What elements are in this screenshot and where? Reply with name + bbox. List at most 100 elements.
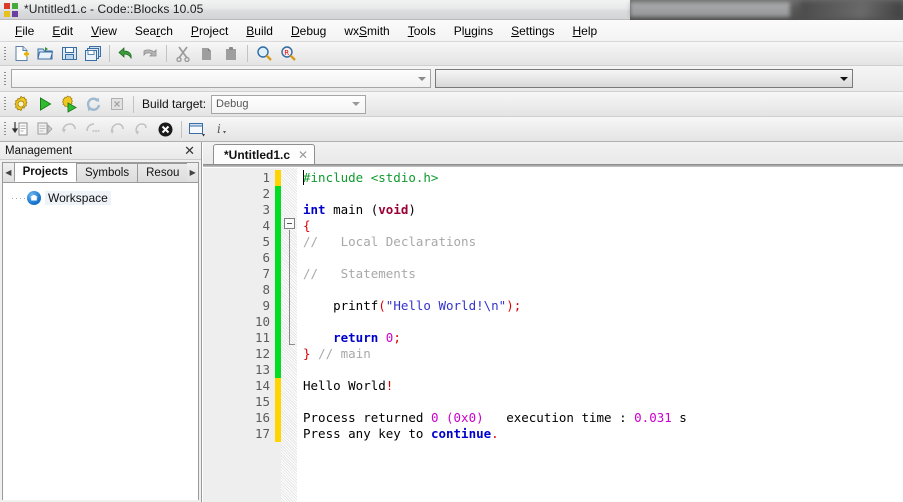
code-scope-combo[interactable] [11, 69, 431, 88]
debug-continue-icon[interactable] [10, 119, 32, 140]
code-line: #include <stdio.h> [297, 170, 903, 186]
toolbar-grip[interactable] [0, 42, 9, 65]
various-info-icon[interactable]: i [211, 119, 233, 140]
code-view[interactable]: 1 2 3 4 5 6 7 8 9 10 11 12 13 14 15 16 17 #include <stdi… [203, 168, 903, 502]
build-target-combo[interactable]: Debug [211, 94, 367, 114]
line-number: 14 [254, 378, 270, 393]
menu-item-view[interactable]: View [82, 22, 126, 40]
editor-tabstrip: *Untitled1.c ✕ [203, 142, 903, 164]
svg-text:R: R [284, 49, 289, 57]
fold-line [289, 230, 290, 345]
code-token: continue [430, 426, 492, 441]
tab-symbols[interactable]: Symbols [76, 163, 139, 182]
fold-collapse-icon[interactable] [284, 218, 295, 229]
cut-scissors-icon[interactable] [172, 43, 194, 64]
title-bar: *Untitled1.c - Code::Blocks 10.05 [0, 0, 903, 20]
menu-item-project[interactable]: Project [182, 22, 237, 40]
menu-item-build[interactable]: Build [237, 22, 282, 40]
debug-windows-icon[interactable] [187, 119, 209, 140]
code-token: printf [303, 298, 379, 313]
line-number: 9 [262, 298, 270, 313]
search-toolbar [0, 66, 903, 92]
window-title: *Untitled1.c - Code::Blocks 10.05 [24, 2, 204, 16]
open-folder-icon[interactable] [34, 43, 56, 64]
code-token: execution time : [483, 410, 635, 425]
code-line: Hello World! [297, 378, 903, 394]
management-panel-title: Management [5, 144, 73, 157]
tree-item-label: Workspace [45, 190, 111, 205]
main-toolbar: R [0, 42, 903, 66]
management-panel-body: ◀ Projects Symbols Resou ▶ ···· Workspac… [2, 162, 199, 500]
code-token: ; [393, 330, 401, 345]
new-file-icon[interactable] [10, 43, 32, 64]
code-token: void [378, 202, 409, 217]
tab-resources[interactable]: Resou [137, 163, 189, 182]
build-and-run-icon[interactable] [58, 94, 80, 115]
stop-debugger-icon[interactable] [154, 119, 176, 140]
tab-projects[interactable]: Projects [13, 162, 78, 182]
abort-icon[interactable] [106, 94, 128, 115]
line-number: 1 [262, 170, 270, 185]
rebuild-icon[interactable] [82, 94, 104, 115]
tree-connector: ···· [11, 192, 27, 203]
codeblocks-logo-icon [4, 3, 19, 18]
next-line-icon[interactable] [58, 119, 80, 140]
editor-tab-untitled1-c[interactable]: *Untitled1.c ✕ [213, 144, 316, 164]
menu-item-edit[interactable]: Edit [43, 22, 82, 40]
line-number-gutter: 1 2 3 4 5 6 7 8 9 10 11 12 13 14 15 16 17 [203, 168, 275, 502]
toolbar-grip[interactable] [0, 66, 9, 91]
line-number: 3 [262, 202, 270, 217]
close-icon[interactable]: ✕ [298, 148, 308, 162]
step-into-icon[interactable] [106, 119, 128, 140]
line-number: 11 [254, 330, 270, 345]
menu-item-wxsmith[interactable]: wxSmith [335, 22, 398, 40]
run-to-cursor-icon[interactable] [34, 119, 56, 140]
menu-item-file[interactable]: File [6, 22, 43, 40]
management-panel-header: Management ✕ [0, 142, 201, 160]
line-number: 5 [262, 234, 270, 249]
save-icon[interactable] [58, 43, 80, 64]
copy-icon[interactable] [196, 43, 218, 64]
build-gear-icon[interactable] [10, 94, 32, 115]
menu-item-search[interactable]: Search [126, 22, 182, 40]
title-bar-background-artifact-2 [800, 1, 903, 19]
project-tree: ···· Workspace [3, 183, 198, 206]
code-token: Hello World [303, 378, 386, 393]
step-out-icon[interactable] [130, 119, 152, 140]
tabstrip-next-arrow-icon[interactable]: ▶ [187, 163, 198, 182]
menu-item-help[interactable]: Help [563, 22, 606, 40]
line-number: 7 [262, 266, 270, 281]
close-icon[interactable]: ✕ [182, 144, 197, 157]
run-triangle-icon[interactable] [34, 94, 56, 115]
tree-item-workspace[interactable]: ···· Workspace [11, 189, 198, 206]
tabstrip-prev-arrow-icon[interactable]: ◀ [3, 163, 14, 182]
save-all-icon[interactable] [82, 43, 104, 64]
fold-margin[interactable] [281, 168, 297, 502]
find-magnifier-icon[interactable] [253, 43, 275, 64]
replace-icon[interactable]: R [277, 43, 299, 64]
line-number: 12 [254, 346, 270, 361]
undo-icon[interactable] [115, 43, 137, 64]
menu-item-plugins[interactable]: Plugins [445, 22, 502, 40]
menu-item-debug[interactable]: Debug [282, 22, 335, 40]
code-line: Press any key to continue. [297, 426, 903, 442]
code-line: int main (void) [297, 202, 903, 218]
menu-item-settings[interactable]: Settings [502, 22, 563, 40]
toolbar-grip[interactable] [0, 92, 9, 116]
toolbar-separator [247, 45, 248, 62]
menu-item-tools[interactable]: Tools [399, 22, 445, 40]
menu-bar: File Edit View Search Project Build Debug wxSmi… [0, 20, 903, 42]
debug-toolbar: i [0, 117, 903, 142]
line-number: 4 [262, 218, 270, 233]
toolbar-grip[interactable] [0, 117, 9, 141]
paste-icon[interactable] [220, 43, 242, 64]
redo-icon[interactable] [139, 43, 161, 64]
next-instruction-icon[interactable] [82, 119, 104, 140]
management-tabstrip: ◀ Projects Symbols Resou ▶ [3, 162, 198, 183]
code-text[interactable]: #include <stdio.h> int main (void){// Lo… [297, 168, 903, 502]
editor-tab-label: *Untitled1.c [224, 147, 291, 162]
code-function-combo[interactable] [435, 69, 853, 88]
